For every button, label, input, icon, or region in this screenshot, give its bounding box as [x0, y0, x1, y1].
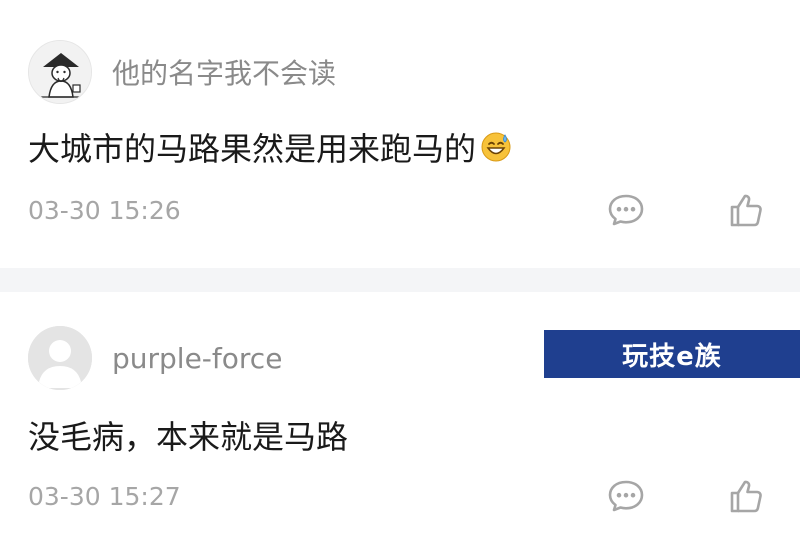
- comment-bubble-icon: [608, 194, 644, 226]
- timestamp: 03-30 15:26: [28, 196, 181, 225]
- reply-button[interactable]: [604, 188, 648, 232]
- timestamp: 03-30 15:27: [28, 482, 181, 511]
- username[interactable]: 他的名字我不会读: [112, 52, 336, 92]
- comment-text: 大城市的马路果然是用来跑马的: [28, 124, 512, 170]
- reply-button[interactable]: [604, 474, 648, 518]
- comment-list: 他的名字我不会读 大城市的马路果然是用来跑马的 03-30 15:26 purp…: [0, 0, 800, 557]
- default-person-avatar-icon: [28, 326, 92, 390]
- avatar[interactable]: [28, 40, 92, 104]
- comment-text-body: 大城市的马路果然是用来跑马的: [28, 130, 477, 168]
- thumbs-up-icon: [730, 480, 762, 513]
- avatar[interactable]: [28, 326, 92, 390]
- like-button[interactable]: [724, 474, 768, 518]
- comment-text: 没毛病，本来就是马路: [28, 412, 348, 458]
- comment-item: 他的名字我不会读 大城市的马路果然是用来跑马的 03-30 15:26: [0, 0, 800, 268]
- thumbs-up-icon: [730, 194, 762, 227]
- like-button[interactable]: [724, 188, 768, 232]
- comment-bubble-icon: [608, 480, 644, 512]
- comment-separator: [0, 268, 800, 292]
- sweat-smile-emoji-icon: [481, 132, 511, 162]
- username[interactable]: purple-force: [112, 342, 282, 375]
- watermark-logo: 玩技e族: [544, 330, 800, 378]
- straw-hat-figure-avatar-icon: [29, 41, 91, 103]
- comment-text-body: 没毛病，本来就是马路: [28, 418, 349, 456]
